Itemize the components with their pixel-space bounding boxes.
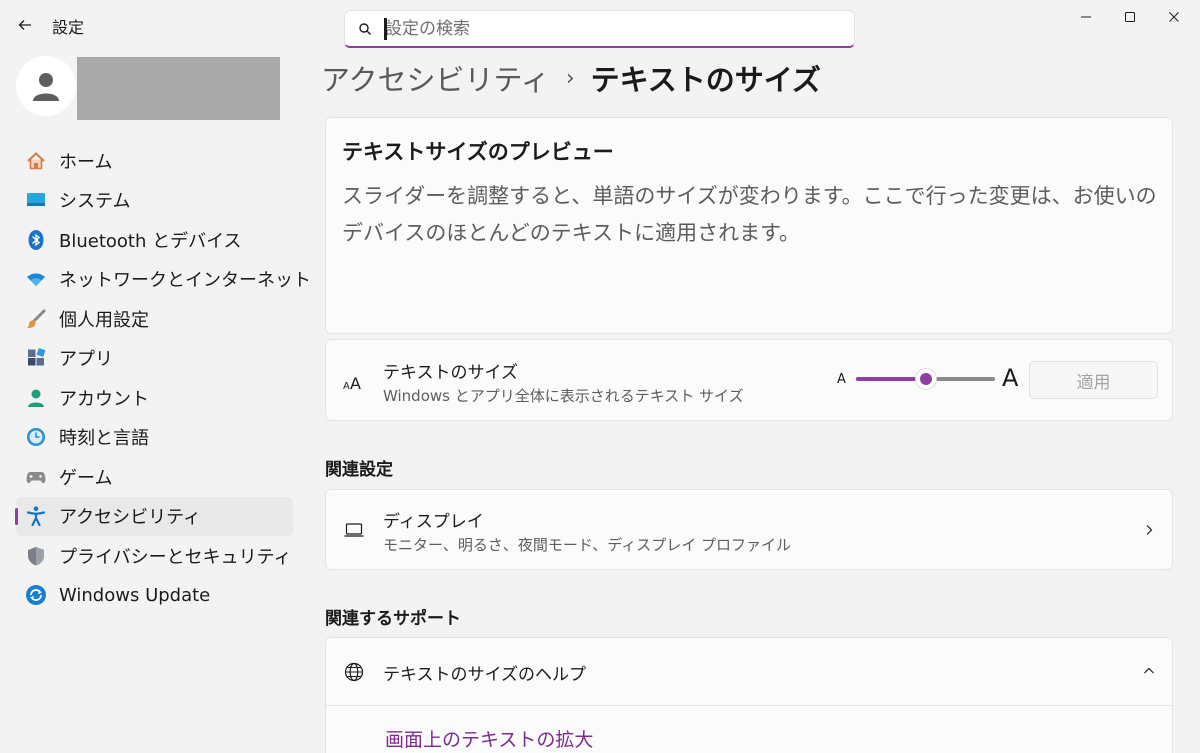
sidebar-item-label: Bluetooth とデバイス xyxy=(59,230,242,252)
sidebar-item-label: プライバシーとセキュリティ xyxy=(59,546,292,568)
system-icon xyxy=(25,189,47,211)
minimize-icon xyxy=(1081,16,1091,18)
shield-icon xyxy=(25,545,47,567)
help-title[interactable]: テキストのサイズのヘルプ xyxy=(383,660,586,685)
text-size-subtitle: Windows とアプリ全体に表示されるテキスト サイズ xyxy=(383,387,744,405)
text-size-title: テキストのサイズ xyxy=(383,363,518,383)
display-settings-card[interactable]: ディスプレイ モニター、明るさ、夜間モード、ディスプレイ プロファイル xyxy=(325,489,1173,570)
sidebar-item-label: ネットワークとインターネット xyxy=(59,270,311,292)
brush-icon xyxy=(25,308,47,330)
related-settings-heading: 関連設定 xyxy=(325,460,393,480)
home-icon xyxy=(25,150,47,172)
sidebar-item-system[interactable]: システム xyxy=(16,181,293,221)
slider-thumb[interactable] xyxy=(914,368,937,390)
breadcrumb-separator-icon: › xyxy=(565,65,575,91)
sidebar-item-label: システム xyxy=(59,191,131,213)
sidebar-item-label: 時刻と言語 xyxy=(59,428,149,450)
avatar xyxy=(16,56,76,116)
text-size-preview-card: テキストサイズのプレビュー スライダーを調整すると、単語のサイズが変わります。こ… xyxy=(325,117,1173,334)
svg-text:A: A xyxy=(350,374,361,392)
sidebar-item-personalization[interactable]: 個人用設定 xyxy=(16,299,293,339)
account-icon xyxy=(25,387,47,409)
text-cursor xyxy=(384,18,387,40)
sidebar-item-label: アクセシビリティ xyxy=(59,507,202,529)
preview-title: テキストサイズのプレビュー xyxy=(342,140,614,164)
text-size-setting-card: AA テキストのサイズ Windows とアプリ全体に表示されるテキスト サイズ… xyxy=(325,339,1173,421)
accessibility-icon xyxy=(25,505,47,527)
sidebar-item-time-language[interactable]: 時刻と言語 xyxy=(16,418,293,458)
slider-max-label: A xyxy=(1002,364,1019,392)
wifi-icon xyxy=(25,268,47,290)
sidebar-item-label: ホーム xyxy=(59,151,113,173)
sidebar-item-bluetooth[interactable]: Bluetooth とデバイス xyxy=(16,220,293,260)
sidebar-item-label: ゲーム xyxy=(59,467,113,489)
windows-update-icon xyxy=(25,584,47,606)
page-title: テキストのサイズ xyxy=(590,63,821,97)
sidebar-item-gaming[interactable]: ゲーム xyxy=(16,457,293,497)
help-card: テキストのサイズのヘルプ 画面上のテキストの拡大 xyxy=(325,637,1173,753)
display-title: ディスプレイ xyxy=(383,512,484,532)
text-size-slider[interactable] xyxy=(856,368,995,390)
maximize-button[interactable] xyxy=(1112,6,1148,28)
apps-icon xyxy=(25,347,47,369)
preview-text: スライダーを調整すると、単語のサイズが変わります。ここで行った変更は、お使いのデ… xyxy=(342,184,1157,245)
apply-button[interactable]: 適用 xyxy=(1029,361,1158,399)
sidebar-item-accessibility[interactable]: アクセシビリティ xyxy=(15,496,293,536)
sidebar-item-label: アプリ xyxy=(59,349,113,371)
slider-min-label: A xyxy=(837,372,846,387)
sidebar-item-label: アカウント xyxy=(59,388,149,410)
laptop-icon xyxy=(342,518,366,542)
sidebar-item-windows-update[interactable]: Windows Update xyxy=(16,576,293,616)
breadcrumb: アクセシビリティ › テキストのサイズ xyxy=(321,56,821,100)
redacted-user-info xyxy=(77,57,280,120)
close-button[interactable] xyxy=(1156,6,1192,28)
text-size-icon: AA xyxy=(342,370,366,394)
time-language-icon xyxy=(25,426,47,448)
sidebar-item-label: Windows Update xyxy=(59,584,211,606)
active-indicator xyxy=(15,507,18,525)
sidebar-item-home[interactable]: ホーム xyxy=(16,141,293,181)
close-icon xyxy=(1169,12,1179,22)
back-arrow-icon xyxy=(18,20,31,30)
display-subtitle: モニター、明るさ、夜間モード、ディスプレイ プロファイル xyxy=(383,536,791,554)
gamepad-icon xyxy=(25,466,47,488)
minimize-button[interactable] xyxy=(1068,6,1104,28)
user-profile[interactable] xyxy=(16,56,286,122)
app-title: 設定 xyxy=(52,18,85,37)
sidebar-item-apps[interactable]: アプリ xyxy=(16,339,293,379)
breadcrumb-parent[interactable]: アクセシビリティ xyxy=(321,57,550,99)
search-box[interactable] xyxy=(344,10,855,48)
related-support-heading: 関連するサポート xyxy=(325,609,461,629)
help-link[interactable]: 画面上のテキストの拡大 xyxy=(385,725,593,752)
chevron-up-icon[interactable] xyxy=(1140,662,1158,680)
search-icon xyxy=(357,21,373,37)
chevron-right-icon xyxy=(1140,521,1158,539)
svg-text:A: A xyxy=(343,381,350,392)
sidebar-item-privacy[interactable]: プライバシーとセキュリティ xyxy=(16,536,293,576)
bluetooth-icon xyxy=(25,229,47,251)
sidebar-item-network[interactable]: ネットワークとインターネット xyxy=(16,260,311,300)
sidebar-item-accounts[interactable]: アカウント xyxy=(16,378,293,418)
slider-thumb-dot xyxy=(919,373,932,385)
maximize-icon xyxy=(1125,12,1135,22)
sidebar-nav: ホーム システム Bluetooth とデバイス ネットワークとインターネット … xyxy=(15,141,311,616)
sidebar-item-label: 個人用設定 xyxy=(59,309,149,331)
globe-icon xyxy=(342,660,366,684)
divider xyxy=(326,705,1172,706)
search-input[interactable] xyxy=(385,18,825,39)
person-icon xyxy=(33,73,59,101)
back-button[interactable] xyxy=(12,12,38,38)
